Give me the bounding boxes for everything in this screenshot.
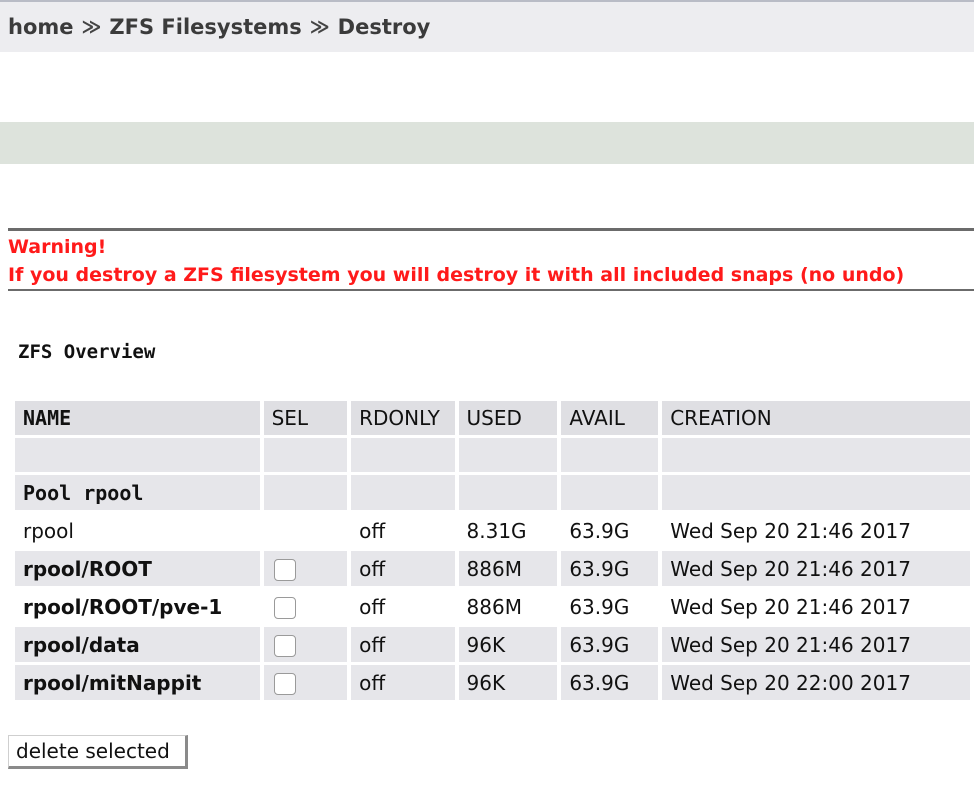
select-cell [263,513,348,548]
creation-value: Wed Sep 20 21:46 2017 [662,589,970,624]
used-value: 8.31G [458,513,558,548]
table-header-row: NAME SEL RDONLY USED AVAIL CREATION [15,401,970,435]
used-value: 96K [458,665,558,700]
used-value: 886M [458,589,558,624]
select-checkbox[interactable] [273,558,296,581]
warning-message: If you destroy a ZFS filesystem you will… [8,264,905,286]
creation-value: Wed Sep 20 21:46 2017 [662,627,970,662]
column-header-sel: SEL [263,401,348,435]
rdonly-value: off [351,627,455,662]
warning-title: Warning! [8,236,107,258]
info-band [0,122,974,164]
breadcrumb: home ≫ ZFS Filesystems ≫ Destroy [0,0,974,52]
column-header-creation: CREATION [662,401,970,435]
select-checkbox[interactable] [273,672,296,695]
table-row: rpool/data off 96K 63.9G Wed Sep 20 21:4… [15,627,970,662]
avail-value: 63.9G [561,551,659,586]
breadcrumb-home[interactable]: home [8,15,74,39]
delete-selected-button[interactable]: delete selected [8,735,188,769]
column-header-used: USED [458,401,558,435]
overview-title: ZFS Overview [18,341,156,363]
avail-value: 63.9G [561,513,659,548]
filesystem-link[interactable]: rpool/ROOT/pve-1 [15,589,260,624]
rdonly-value: off [351,665,455,700]
filesystem-name: rpool [15,513,260,548]
warning-box: Warning! If you destroy a ZFS filesystem… [8,228,974,291]
table-row: rpool/ROOT off 886M 63.9G Wed Sep 20 21:… [15,551,970,586]
breadcrumb-destroy[interactable]: Destroy [338,15,431,39]
used-value: 96K [458,627,558,662]
select-cell [263,589,348,624]
table-row: rpool off 8.31G 63.9G Wed Sep 20 21:46 2… [15,513,970,548]
column-header-name: NAME [15,401,260,435]
used-value: 886M [458,551,558,586]
page: home ≫ ZFS Filesystems ≫ Destroy Warning… [0,0,974,800]
select-checkbox[interactable] [273,596,296,619]
select-cell [263,665,348,700]
column-header-avail: AVAIL [561,401,659,435]
pool-label: Pool rpool [15,475,260,510]
filesystem-link[interactable]: rpool/data [15,627,260,662]
rdonly-value: off [351,513,455,548]
avail-value: 63.9G [561,627,659,662]
filesystem-link[interactable]: rpool/ROOT [15,551,260,586]
table-row: rpool/mitNappit off 96K 63.9G Wed Sep 20… [15,665,970,700]
creation-value: Wed Sep 20 22:00 2017 [662,665,970,700]
breadcrumb-separator-icon: ≫ [81,16,102,38]
select-cell [263,627,348,662]
breadcrumb-separator-icon: ≫ [309,16,330,38]
select-cell [263,551,348,586]
avail-value: 63.9G [561,589,659,624]
breadcrumb-zfs-filesystems[interactable]: ZFS Filesystems [109,15,301,39]
column-header-rdonly: RDONLY [351,401,455,435]
table-spacer-row [15,438,970,472]
zfs-overview-table: NAME SEL RDONLY USED AVAIL CREATION Pool… [11,398,974,703]
filesystem-link[interactable]: rpool/mitNappit [15,665,260,700]
pool-header-row: Pool rpool [15,475,970,510]
select-checkbox[interactable] [273,634,296,657]
creation-value: Wed Sep 20 21:46 2017 [662,551,970,586]
rdonly-value: off [351,551,455,586]
creation-value: Wed Sep 20 21:46 2017 [662,513,970,548]
table-row: rpool/ROOT/pve-1 off 886M 63.9G Wed Sep … [15,589,970,624]
avail-value: 63.9G [561,665,659,700]
rdonly-value: off [351,589,455,624]
